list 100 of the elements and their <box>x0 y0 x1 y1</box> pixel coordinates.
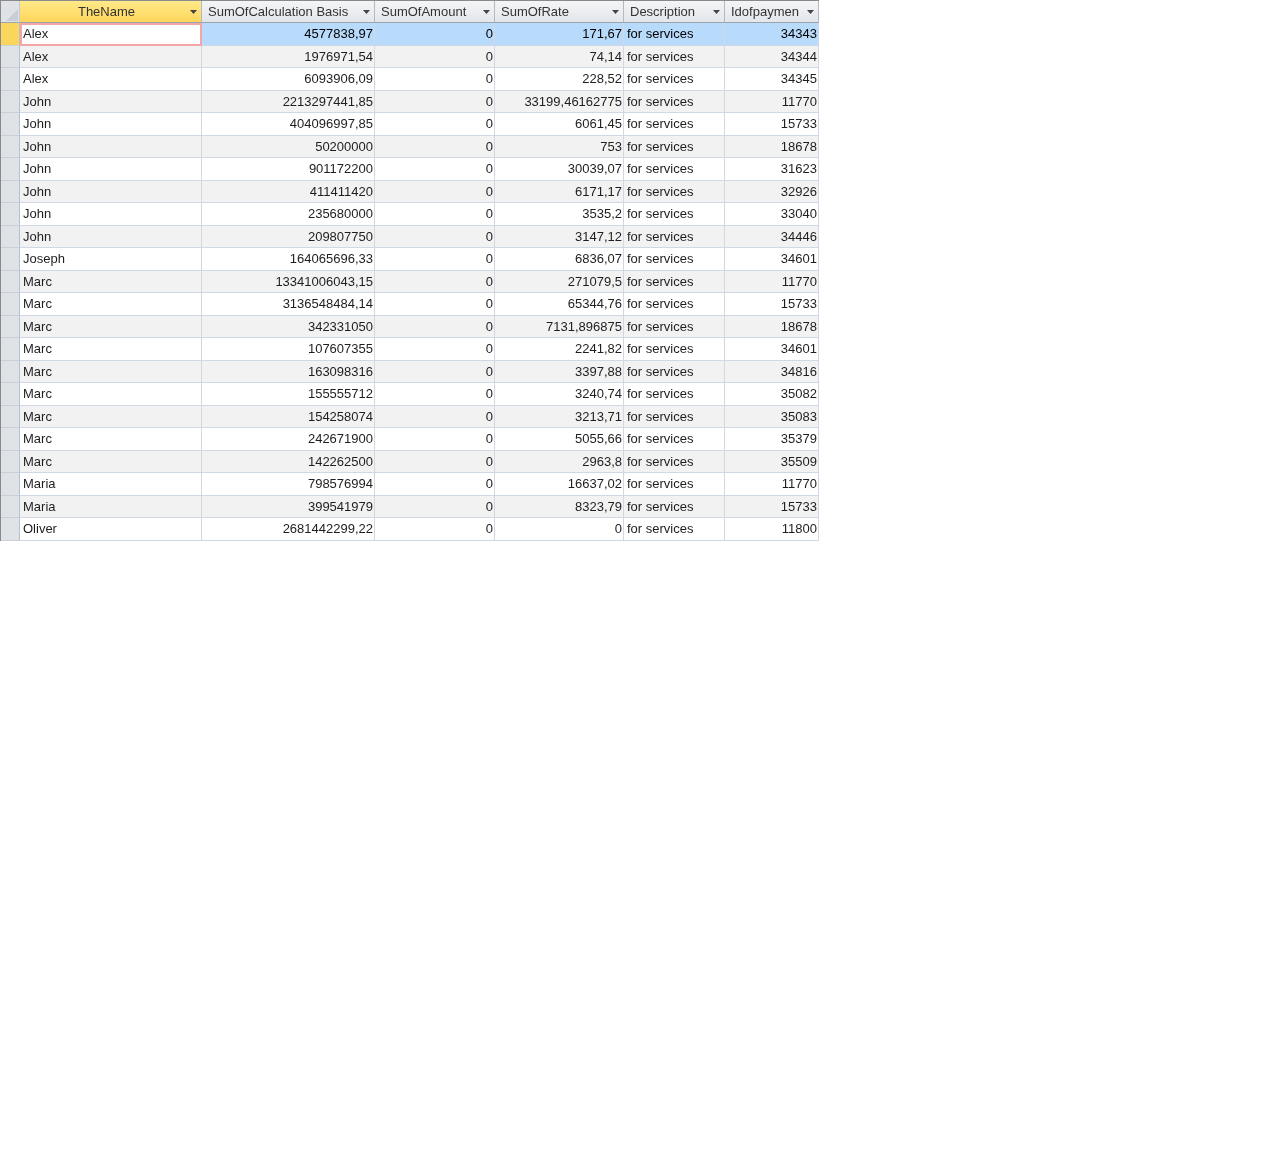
table-cell: for services <box>624 270 725 293</box>
table-cell: 33199,46162775 <box>495 90 624 113</box>
row-selector[interactable] <box>1 315 20 338</box>
table-cell: 4577838,97 <box>202 23 375 46</box>
table-cell: 50200000 <box>202 135 375 158</box>
column-header[interactable]: SumOfCalculation Basis <box>202 1 375 23</box>
table-cell: 0 <box>375 158 495 181</box>
table-cell: 0 <box>375 405 495 428</box>
table-cell: Maria <box>20 473 202 496</box>
table-cell: for services <box>624 135 725 158</box>
select-all-corner-icon[interactable] <box>5 8 19 22</box>
table-cell: Joseph <box>20 248 202 271</box>
row-selector[interactable] <box>1 338 20 361</box>
table-cell: 35083 <box>725 405 819 428</box>
table-cell: Maria <box>20 495 202 518</box>
table-cell: 0 <box>375 135 495 158</box>
table-cell: 0 <box>375 315 495 338</box>
table-cell: 34816 <box>725 360 819 383</box>
column-header[interactable]: SumOfAmount <box>375 1 495 23</box>
table-cell: for services <box>624 90 725 113</box>
table-cell: for services <box>624 68 725 91</box>
column-header[interactable]: SumOfRate <box>495 1 624 23</box>
table-cell: 0 <box>375 68 495 91</box>
row-selector[interactable] <box>1 473 20 496</box>
row-selector[interactable] <box>1 450 20 473</box>
table-cell: 3240,74 <box>495 383 624 406</box>
table-cell: 209807750 <box>202 225 375 248</box>
table-cell: 107607355 <box>202 338 375 361</box>
table-cell: for services <box>624 293 725 316</box>
table-cell: 35082 <box>725 383 819 406</box>
table-cell: 13341006043,15 <box>202 270 375 293</box>
row-selector[interactable] <box>1 90 20 113</box>
table-cell: for services <box>624 45 725 68</box>
table-cell: 16637,02 <box>495 473 624 496</box>
row-selector[interactable] <box>1 45 20 68</box>
table-cell: Alex <box>20 23 202 46</box>
table-cell: 0 <box>375 518 495 541</box>
row-selector[interactable] <box>1 360 20 383</box>
table-cell: 0 <box>375 495 495 518</box>
row-selector[interactable] <box>1 203 20 226</box>
table-cell: 6061,45 <box>495 113 624 136</box>
table-cell: 163098316 <box>202 360 375 383</box>
table-cell: 15733 <box>725 293 819 316</box>
table-cell: for services <box>624 405 725 428</box>
table-cell: 271079,5 <box>495 270 624 293</box>
table-cell: for services <box>624 225 725 248</box>
table-cell: 33040 <box>725 203 819 226</box>
table-cell: 235680000 <box>202 203 375 226</box>
table-cell: 0 <box>375 225 495 248</box>
row-selector[interactable] <box>1 248 20 271</box>
row-selector[interactable] <box>1 270 20 293</box>
table-cell: Marc <box>20 315 202 338</box>
table-cell: 0 <box>375 203 495 226</box>
table-cell: 399541979 <box>202 495 375 518</box>
caret-icon[interactable] <box>807 9 814 14</box>
row-selector[interactable] <box>1 23 20 46</box>
row-selector[interactable] <box>1 428 20 451</box>
row-selector[interactable] <box>1 405 20 428</box>
row-selector[interactable] <box>1 518 20 541</box>
table-cell: 11800 <box>725 518 819 541</box>
column-header[interactable]: TheName <box>20 1 202 23</box>
table-cell: 0 <box>495 518 624 541</box>
row-selector[interactable] <box>1 68 20 91</box>
table-cell: for services <box>624 495 725 518</box>
column-header[interactable]: Description <box>624 1 725 23</box>
table-cell: 171,67 <box>495 23 624 46</box>
table-cell: 15733 <box>725 495 819 518</box>
table-cell: John <box>20 203 202 226</box>
table-cell: 35379 <box>725 428 819 451</box>
row-selector[interactable] <box>1 158 20 181</box>
table-cell: Marc <box>20 293 202 316</box>
row-selector[interactable] <box>1 180 20 203</box>
table-cell: 0 <box>375 338 495 361</box>
caret-icon[interactable] <box>483 9 490 14</box>
table-cell: for services <box>624 315 725 338</box>
row-selector[interactable] <box>1 135 20 158</box>
row-selector[interactable] <box>1 293 20 316</box>
table-cell: 34446 <box>725 225 819 248</box>
table-cell: for services <box>624 338 725 361</box>
caret-icon[interactable] <box>363 9 370 14</box>
row-selector[interactable] <box>1 495 20 518</box>
table-cell: 6836,07 <box>495 248 624 271</box>
table-cell: 34343 <box>725 23 819 46</box>
table-cell: 2213297441,85 <box>202 90 375 113</box>
row-selector[interactable] <box>1 383 20 406</box>
caret-icon[interactable] <box>612 9 619 14</box>
table-cell: 2681442299,22 <box>202 518 375 541</box>
table-cell: 6171,17 <box>495 180 624 203</box>
table-cell: 404096997,85 <box>202 113 375 136</box>
table-cell: 0 <box>375 450 495 473</box>
table-cell: for services <box>624 113 725 136</box>
row-selector[interactable] <box>1 113 20 136</box>
caret-icon[interactable] <box>190 9 197 14</box>
table-cell: 15733 <box>725 113 819 136</box>
row-selector[interactable] <box>1 225 20 248</box>
table-cell: 2963,8 <box>495 450 624 473</box>
caret-icon[interactable] <box>713 9 720 14</box>
column-header[interactable]: Idofpaymen <box>725 1 819 23</box>
table-cell: 34344 <box>725 45 819 68</box>
table-cell: 65344,76 <box>495 293 624 316</box>
